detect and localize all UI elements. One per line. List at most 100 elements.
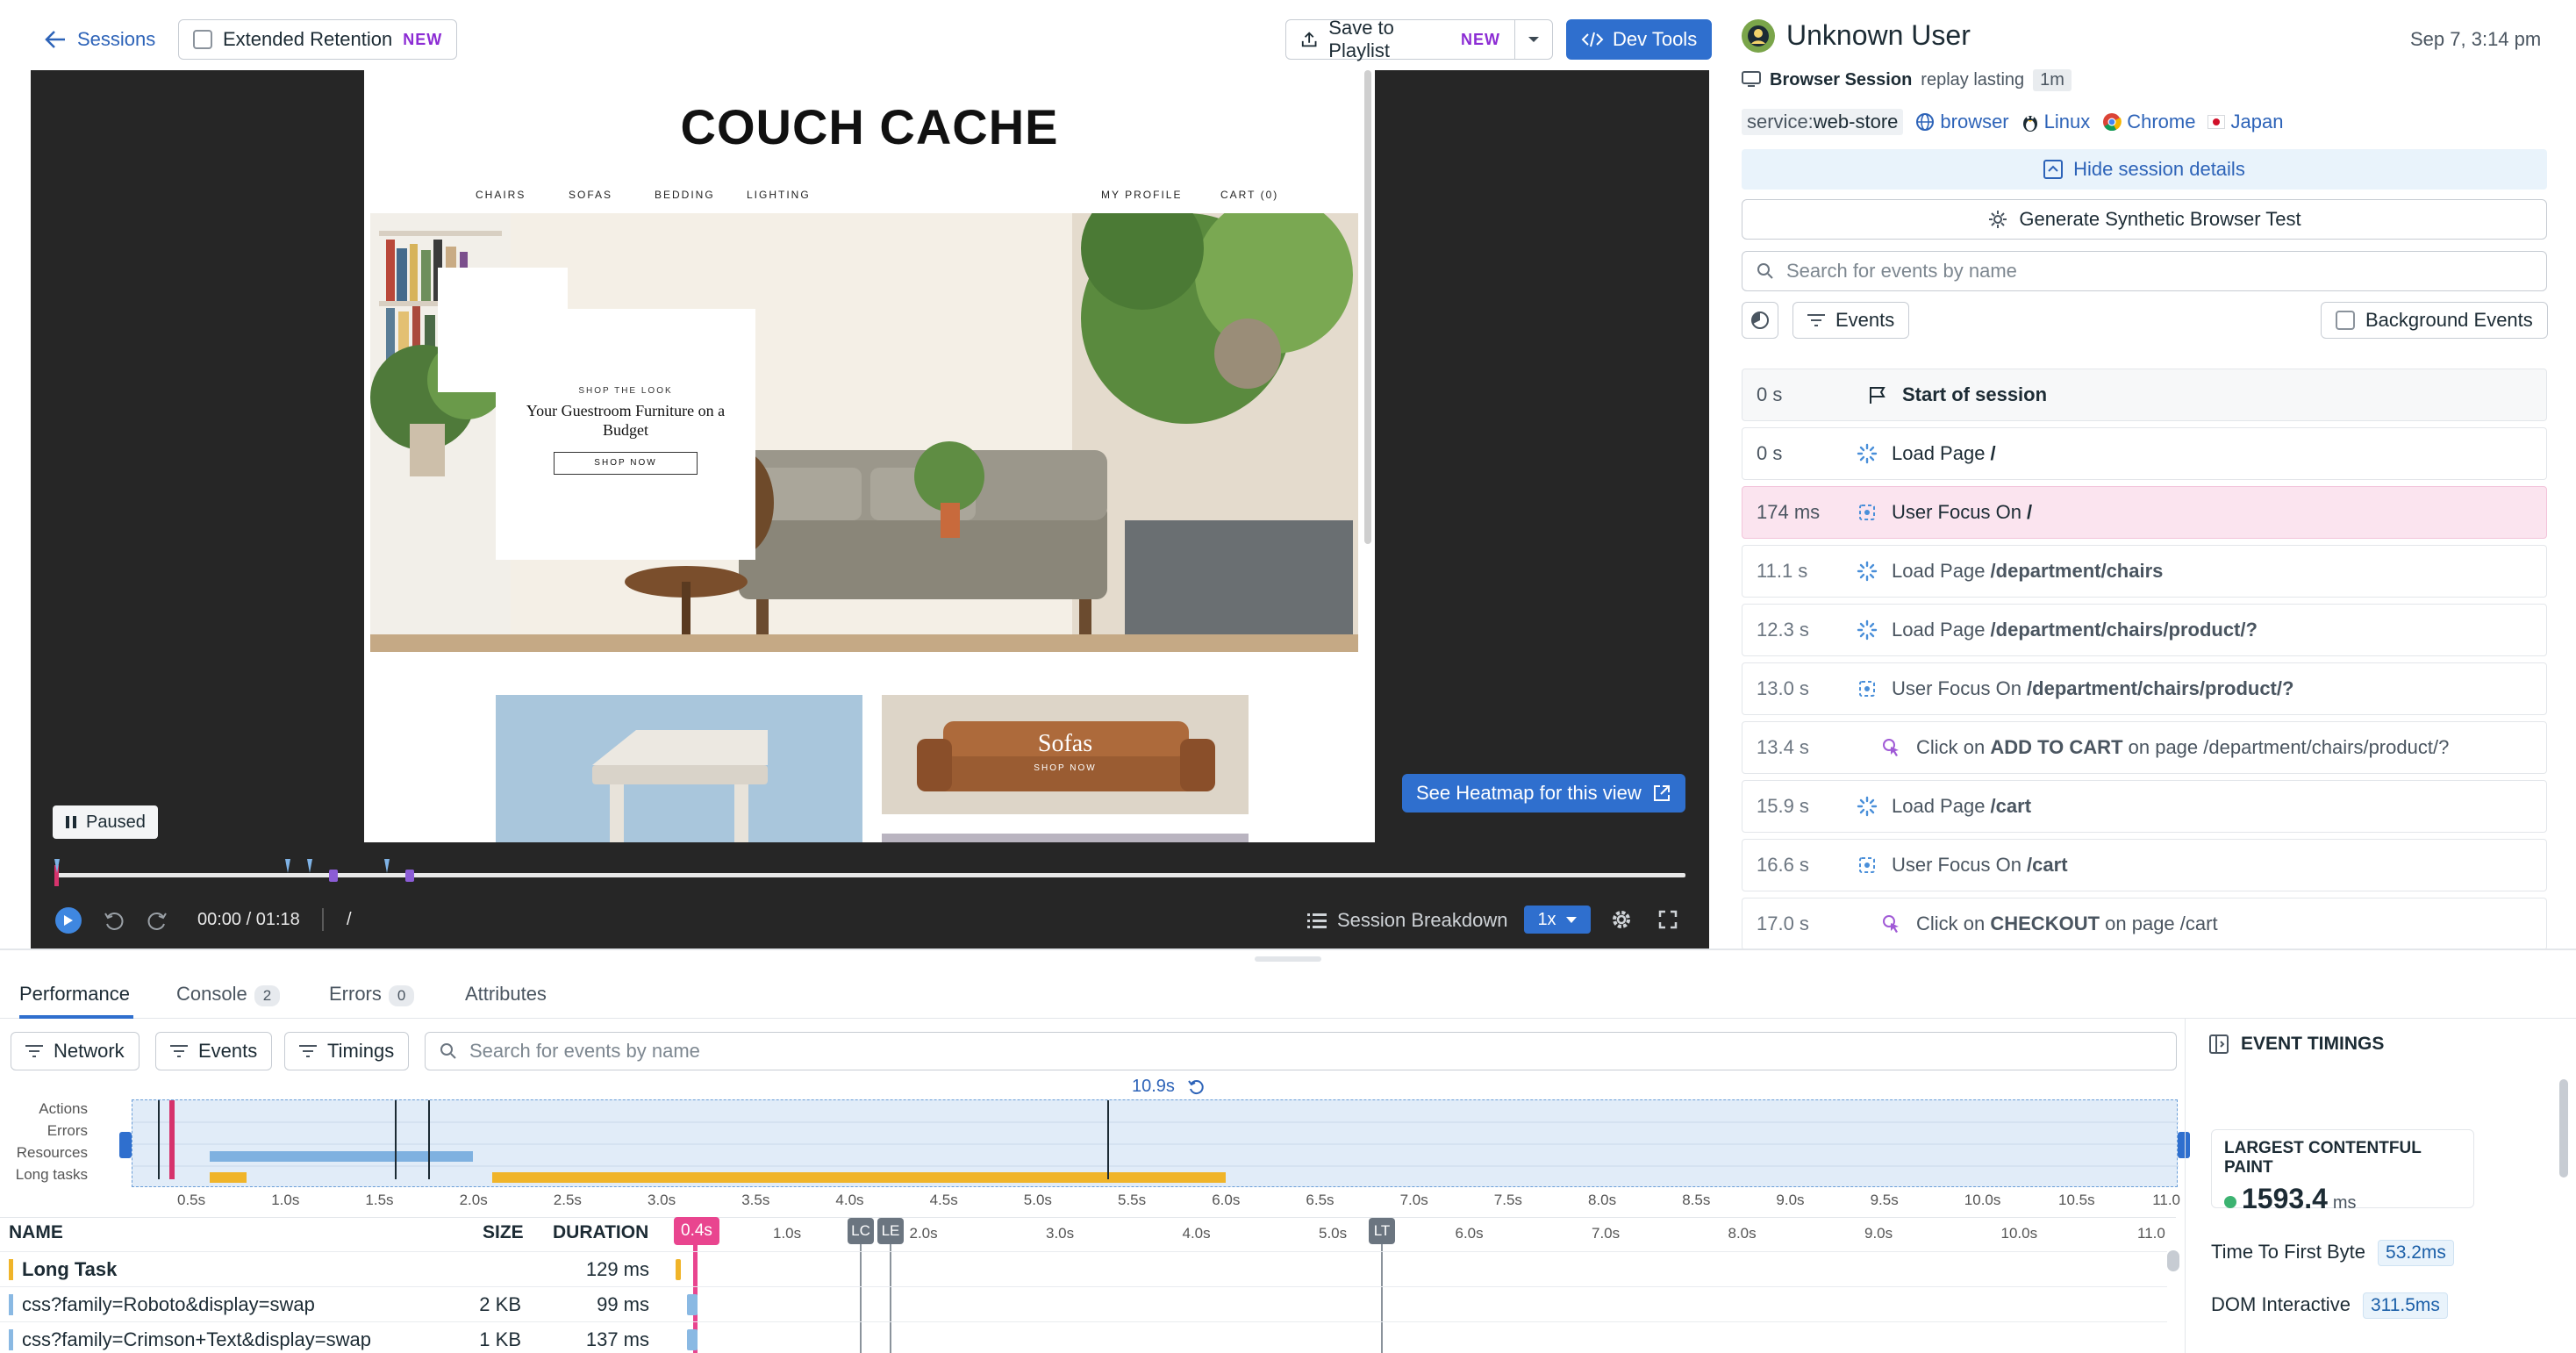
vital-marker-le[interactable]: LE [877, 1218, 904, 1244]
tab-attributes[interactable]: Attributes [465, 983, 547, 1006]
gear-icon[interactable] [1610, 908, 1633, 931]
event-row[interactable]: 11.1 s Load Page /department/chairs [1742, 545, 2547, 598]
events-filter-button[interactable]: Events [1792, 302, 1910, 339]
back-to-sessions[interactable]: Sessions [44, 25, 155, 54]
axis-tick-label: 9.0s [1776, 1192, 1805, 1208]
playlist-label: Save to Playlist [1328, 17, 1394, 61]
sofas-title: Sofas [1037, 730, 1093, 757]
waterfall-row[interactable]: css?family=Crimson+Text&display=swap 1 KB… [0, 1321, 2167, 1353]
site-scrollbar[interactable] [1364, 70, 1371, 544]
timings-scrollbar [2559, 1079, 2568, 1178]
event-row[interactable]: 0 s Start of session [1742, 369, 2547, 421]
perf-events-filter-button[interactable]: Events [155, 1032, 273, 1070]
generate-synthetic-test-button[interactable]: Generate Synthetic Browser Test [1742, 199, 2547, 240]
ttfb-value[interactable]: 53.2ms [2378, 1240, 2454, 1266]
upload-icon [1301, 32, 1317, 47]
timings-filter-button[interactable]: Timings [284, 1032, 410, 1070]
site-nav-lighting: LIGHTING [747, 189, 811, 201]
session-replay-player[interactable]: COUCH CACHE CHAIRS SOFAS BEDDING LIGHTIN… [31, 70, 1709, 950]
session-event-search[interactable]: Search for events by name [1742, 251, 2547, 291]
event-target: CHECKOUT [1990, 913, 2100, 934]
waterfall-row[interactable]: Long Task 129 ms [0, 1251, 2167, 1286]
see-heatmap-button[interactable]: See Heatmap for this view [1402, 774, 1685, 813]
hide-session-details-button[interactable]: Hide session details [1742, 149, 2547, 190]
tag-browser[interactable]: browser [1915, 111, 2009, 133]
axis-tick-label: 5.0s [1023, 1192, 1052, 1208]
axis-tick-label: 2.0s [459, 1192, 488, 1208]
event-row[interactable]: 0 s Load Page / [1742, 427, 2547, 480]
tab-count-badge: 2 [254, 985, 281, 1006]
event-breakdown-toggle[interactable] [1742, 302, 1778, 339]
event-row[interactable]: 15.9 s Load Page /cart [1742, 780, 2547, 833]
session-breakdown-button[interactable]: Session Breakdown [1307, 906, 1507, 934]
promo-shop-now-button[interactable]: SHOP NOW [554, 452, 698, 475]
panel-divider [0, 949, 2576, 950]
event-target: / [2027, 501, 2033, 523]
event-row[interactable]: 174 ms User Focus On / [1742, 486, 2547, 539]
retention-checkbox[interactable] [193, 30, 212, 49]
tab-console[interactable]: Console 2 [176, 983, 281, 1006]
range-handle-left[interactable] [119, 1132, 132, 1158]
timings-panel-border [2185, 1018, 2186, 1353]
dev-tools-button[interactable]: Dev Tools [1566, 19, 1713, 60]
fullscreen-icon[interactable] [1658, 910, 1678, 929]
event-row[interactable]: 16.6 s User Focus On /cart [1742, 839, 2547, 891]
playlist-dropdown-button[interactable] [1514, 19, 1553, 60]
play-button[interactable] [55, 907, 82, 934]
forward-icon[interactable] [146, 910, 168, 933]
event-action: Load Page [1892, 619, 1991, 641]
row-size: 1 KB [479, 1328, 521, 1350]
dom-interactive-value[interactable]: 311.5ms [2362, 1292, 2448, 1319]
flag-icon [1867, 384, 1888, 405]
axis-tick-label: 3.0s [648, 1192, 676, 1208]
event-time: 17.0 s [1757, 913, 1809, 934]
network-filter-button[interactable]: Network [11, 1032, 140, 1070]
overview-timeline[interactable] [132, 1099, 2179, 1187]
waterfall-row[interactable]: css?family=Roboto&display=swap 2 KB 99 ms [0, 1286, 2167, 1321]
dom-interactive-metric: DOM Interactive 311.5ms [2211, 1292, 2448, 1319]
tag-country[interactable]: Japan [2207, 111, 2283, 133]
chevron-down-icon [1528, 37, 1539, 42]
tag-service[interactable]: service:web-store [1742, 109, 1904, 135]
event-time: 0 s [1757, 383, 1783, 405]
rewind-icon[interactable] [103, 910, 125, 933]
event-row[interactable]: 17.0 s Click on CHECKOUT on page /cart [1742, 898, 2547, 950]
event-context: on page /cart [2100, 913, 2218, 934]
axis-tick-label: 1.5s [365, 1192, 394, 1208]
event-row[interactable]: 12.3 s Load Page /department/chairs/produ… [1742, 604, 2547, 656]
perf-search-placeholder: Search for events by name [469, 1040, 700, 1062]
event-time: 0 s [1757, 442, 1783, 464]
event-row[interactable]: 13.4 s Click on ADD TO CART on page /depa… [1742, 721, 2547, 774]
event-label: Load Page /department/chairs/product/? [1892, 619, 2258, 641]
background-events-checkbox[interactable] [2336, 311, 2355, 330]
panel-resize-handle[interactable] [1255, 956, 1321, 962]
lane-label: Resources [16, 1144, 88, 1161]
vital-marker-lc[interactable]: LC [848, 1218, 874, 1244]
save-to-playlist-button[interactable]: Save to Playlist NEW [1285, 17, 1515, 61]
range-handle-right[interactable] [2178, 1132, 2190, 1158]
playback-speed-select[interactable]: 1x [1524, 906, 1591, 934]
waterfall-scrollbar[interactable] [2167, 1250, 2179, 1271]
loading-icon [1857, 561, 1878, 582]
tab-performance[interactable]: Performance [19, 983, 130, 1006]
event-row[interactable]: 13.0 s User Focus On /department/chairs/p… [1742, 662, 2547, 715]
event-time: 13.4 s [1757, 736, 1809, 758]
reset-icon[interactable] [1187, 1078, 1205, 1096]
heatmap-label: See Heatmap for this view [1416, 782, 1642, 804]
vital-marker-lt[interactable]: LT [1369, 1218, 1395, 1244]
filter-icon [299, 1045, 317, 1057]
waterfall-tick-label: 3.0s [1046, 1225, 1075, 1242]
sofas-tile[interactable]: Sofas SHOP NOW [882, 695, 1249, 814]
tag-os[interactable]: Linux [2021, 111, 2090, 133]
perf-event-search[interactable]: Search for events by name [425, 1032, 2177, 1070]
session-type-line: Browser Session replay lasting 1m [1742, 67, 2072, 93]
row-timing-bar [687, 1329, 698, 1350]
tab-errors[interactable]: Errors 0 [329, 983, 415, 1006]
collapse-panel-icon[interactable] [2209, 1034, 2229, 1054]
tab-label: Console [176, 983, 247, 1005]
tag-client-label: Chrome [2127, 111, 2196, 132]
tag-client[interactable]: Chrome [2102, 111, 2195, 133]
background-events-toggle[interactable]: Background Events [2321, 302, 2548, 339]
extended-retention-toggle[interactable]: Extended Retention NEW [178, 19, 458, 60]
ttfb-label: Time To First Byte [2211, 1241, 2366, 1263]
